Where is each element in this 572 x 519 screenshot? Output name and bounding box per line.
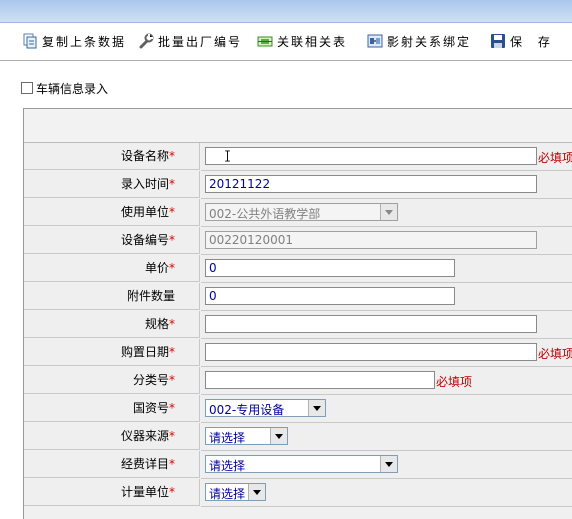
- spec-input[interactable]: [205, 315, 537, 333]
- form-row-device-number: 设备编号* 00220120001: [24, 227, 572, 255]
- field-label: 使用单位*: [24, 199, 200, 226]
- device-number-input[interactable]: 00220120001: [205, 231, 537, 249]
- wrench-icon: [138, 33, 154, 49]
- section-checkbox[interactable]: [21, 82, 33, 94]
- chevron-down-icon: [248, 484, 265, 500]
- device-name-input[interactable]: [205, 147, 537, 165]
- field-label: 录入时间*: [24, 171, 200, 198]
- form-row-entry-time: 录入时间* 20121122: [24, 171, 572, 199]
- using-unit-select[interactable]: 002-公共外语教学部: [205, 203, 398, 221]
- toolbar: 复制上条数据 批量出厂编号 关联相关表 影射关系绑定 保 存: [0, 23, 572, 59]
- purchase-date-input[interactable]: [205, 343, 537, 361]
- field-label: 经费详目*: [24, 451, 200, 478]
- batch-factory-number-button[interactable]: 批量出厂编号: [138, 32, 242, 50]
- required-hint: 必填项: [538, 151, 572, 165]
- field-label: 购置日期*: [24, 339, 200, 366]
- form-row-state-asset-number: 国资号* 002-专用设备: [24, 395, 572, 423]
- form-row-using-unit: 使用单位* 002-公共外语教学部: [24, 199, 572, 227]
- field-label: 仪器来源*: [24, 423, 200, 450]
- form-row-spec: 规格*: [24, 311, 572, 339]
- top-banner: [0, 0, 572, 23]
- field-label: 规格*: [24, 311, 200, 338]
- copy-last-record-button[interactable]: 复制上条数据: [22, 32, 126, 50]
- form-row-measurement-unit: 计量单位* 请选择: [24, 479, 572, 507]
- unit-price-input[interactable]: 0: [205, 259, 455, 277]
- required-hint: 必填项: [538, 347, 572, 361]
- form-header-band: [24, 109, 572, 143]
- section-title: 车辆信息录入: [36, 81, 109, 96]
- mapping-binding-label: 影射关系绑定: [387, 34, 472, 49]
- section-header: 车辆信息录入: [21, 80, 108, 96]
- field-label: 设备名称*: [24, 143, 200, 170]
- copy-document-icon: [22, 33, 38, 49]
- form-row-device-name: 设备名称* 必填项: [24, 143, 572, 171]
- form-row-category-number: 分类号* 必填项: [24, 367, 572, 395]
- chevron-down-icon: [308, 400, 325, 416]
- funding-details-select[interactable]: 请选择: [205, 455, 398, 473]
- entry-time-input[interactable]: 20121122: [205, 175, 537, 193]
- batch-factory-number-label: 批量出厂编号: [158, 34, 243, 49]
- link-related-table-label: 关联相关表: [277, 34, 348, 49]
- form-row-unit-price: 单价* 0: [24, 255, 572, 283]
- attachment-count-input[interactable]: 0: [205, 287, 455, 305]
- chevron-down-icon: [270, 428, 287, 444]
- instrument-source-select[interactable]: 请选择: [205, 427, 288, 445]
- form-row-attachment-count: 附件数量 0: [24, 283, 572, 311]
- field-label: 设备编号*: [24, 227, 200, 254]
- chevron-down-icon: [380, 204, 397, 220]
- mapping-icon: [367, 33, 383, 49]
- floppy-disk-icon: [490, 33, 506, 49]
- link-related-table-button[interactable]: 关联相关表: [257, 32, 347, 50]
- category-number-input[interactable]: [205, 371, 435, 389]
- form-row-instrument-source: 仪器来源* 请选择: [24, 423, 572, 451]
- link-table-icon: [257, 33, 273, 49]
- measurement-unit-select[interactable]: 请选择: [205, 483, 266, 501]
- chevron-down-icon: [380, 456, 397, 472]
- text-cursor-icon: [225, 150, 230, 162]
- save-label: 保 存: [510, 34, 556, 49]
- form-row-funding-details: 经费详目* 请选择: [24, 451, 572, 479]
- state-asset-number-select[interactable]: 002-专用设备: [205, 399, 326, 417]
- field-label: 单价*: [24, 255, 200, 282]
- field-label: 附件数量: [24, 283, 200, 310]
- save-button[interactable]: 保 存: [490, 32, 556, 50]
- mapping-binding-button[interactable]: 影射关系绑定: [367, 32, 471, 50]
- copy-last-record-label: 复制上条数据: [42, 34, 127, 49]
- required-hint: 必填项: [436, 375, 473, 389]
- field-label: 国资号*: [24, 395, 200, 422]
- form-row-purchase-date: 购置日期* 必填项: [24, 339, 572, 367]
- field-label: 计量单位*: [24, 479, 200, 506]
- field-label: 分类号*: [24, 367, 200, 394]
- toolbar-divider: [0, 60, 572, 61]
- form-panel: 设备名称* 必填项 录入时间* 20121122 使用单位* 002-公共外语教…: [23, 108, 572, 519]
